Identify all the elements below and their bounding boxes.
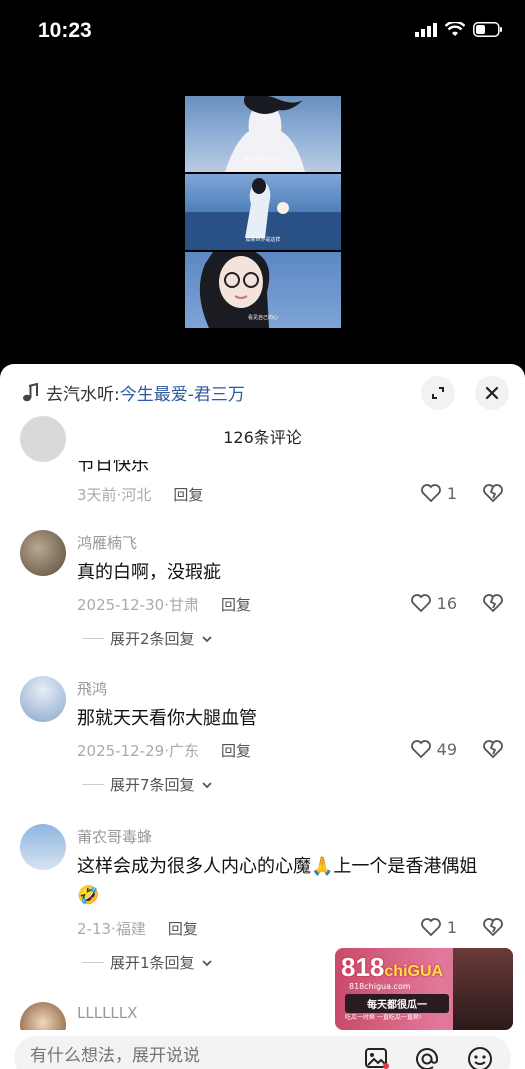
ad-banner[interactable]: 818chiGUA 818chigua.com 每天都很瓜一 吃瓜一时爽 一直吃… bbox=[335, 948, 513, 1030]
expand-button[interactable] bbox=[421, 376, 455, 410]
wifi-icon bbox=[445, 22, 465, 36]
video-panel: 如果世界是这样 bbox=[185, 174, 341, 250]
like-count: 49 bbox=[436, 739, 457, 759]
comment-text: 节日快乐 bbox=[77, 454, 149, 475]
reply-button[interactable]: 回复 bbox=[221, 740, 251, 761]
comment-input-bar bbox=[0, 1030, 525, 1069]
dislike-button[interactable] bbox=[482, 483, 504, 507]
heart-icon bbox=[420, 484, 441, 503]
comment-location: 甘肃 bbox=[168, 596, 199, 614]
avatar[interactable] bbox=[20, 676, 66, 722]
expand-replies[interactable]: 展开1条回复 bbox=[82, 952, 213, 973]
comment-username[interactable]: 鸿雁楠飞 bbox=[77, 532, 137, 553]
like-button[interactable]: 16 bbox=[410, 593, 457, 613]
divider bbox=[82, 638, 104, 639]
image-icon[interactable] bbox=[364, 1046, 390, 1069]
chevron-down-icon bbox=[201, 635, 212, 642]
avatar[interactable] bbox=[20, 824, 66, 870]
close-button[interactable] bbox=[475, 376, 509, 410]
comment-meta: 3天前·河北 回复 bbox=[77, 484, 204, 505]
ad-brand: 818chiGUA bbox=[341, 952, 444, 982]
status-bar: 10:23 bbox=[0, 0, 525, 64]
video-panel: 这个世界有什么? bbox=[185, 96, 341, 172]
like-count: 16 bbox=[436, 593, 457, 613]
chevron-down-icon bbox=[201, 781, 212, 788]
video-player[interactable]: 这个世界有什么? 如果世界是这样 看见自己的心 bbox=[0, 64, 525, 364]
avatar[interactable] bbox=[20, 530, 66, 576]
like-count: 1 bbox=[446, 483, 457, 503]
avatar[interactable] bbox=[20, 416, 66, 462]
comment-username[interactable]: LLLLLLX bbox=[77, 1004, 137, 1022]
like-button[interactable]: 1 bbox=[420, 917, 457, 937]
comment-text: 真的白啊，没瑕疵 bbox=[77, 562, 221, 583]
broken-heart-icon bbox=[483, 484, 503, 503]
comment-location: 广东 bbox=[168, 742, 199, 760]
like-count: 1 bbox=[446, 917, 457, 937]
expand-icon bbox=[432, 387, 444, 399]
signal-icon bbox=[415, 22, 437, 37]
reply-button[interactable]: 回复 bbox=[168, 918, 198, 939]
comment-input[interactable] bbox=[30, 1046, 330, 1066]
music-prefix: 去汽水听: bbox=[46, 385, 120, 405]
heart-icon bbox=[410, 594, 431, 613]
expand-replies[interactable]: 展开7条回复 bbox=[82, 774, 213, 795]
heart-icon bbox=[410, 740, 431, 759]
status-time: 10:23 bbox=[38, 19, 92, 42]
music-note-icon bbox=[23, 382, 38, 401]
comment-text: 这样会成为很多人内心的心魔🙏上一个是香港偶姐 bbox=[77, 856, 478, 877]
ad-subtitle: 吃瓜一时爽 一直吃瓜一直爽! bbox=[345, 1014, 422, 1021]
ad-image bbox=[453, 948, 513, 1030]
like-button[interactable]: 1 bbox=[420, 483, 457, 503]
heart-icon bbox=[420, 918, 441, 937]
comment-meta: 2-13·福建 回复 bbox=[77, 918, 198, 939]
comment-location: 福建 bbox=[115, 920, 146, 938]
expand-replies-label: 展开1条回复 bbox=[110, 954, 195, 972]
divider bbox=[82, 962, 104, 963]
like-button[interactable]: 49 bbox=[410, 739, 457, 759]
expand-replies-label: 展开7条回复 bbox=[110, 776, 195, 794]
broken-heart-icon bbox=[483, 594, 503, 613]
comment-username[interactable]: 飛鸿 bbox=[77, 678, 107, 699]
dislike-button[interactable] bbox=[482, 739, 504, 763]
video-caption: 这个世界有什么? bbox=[244, 157, 282, 163]
close-icon bbox=[485, 386, 499, 400]
emoji-icon[interactable] bbox=[466, 1045, 494, 1069]
battery-icon bbox=[473, 22, 502, 37]
broken-heart-icon bbox=[483, 740, 503, 759]
comment-date: 2-13 bbox=[77, 920, 112, 938]
comment-text: 那就天天看你大腿血管 bbox=[77, 708, 257, 729]
divider bbox=[82, 784, 104, 785]
reply-button[interactable]: 回复 bbox=[221, 594, 251, 615]
comment-meta: 2025-12-29·广东 回复 bbox=[77, 740, 251, 761]
expand-replies-label: 展开2条回复 bbox=[110, 630, 195, 648]
expand-replies[interactable]: 展开2条回复 bbox=[82, 628, 213, 649]
broken-heart-icon bbox=[483, 918, 503, 937]
music-link[interactable]: 去汽水听: 今生最爱-君三万 bbox=[22, 380, 245, 405]
comment-date: 2025-12-29 bbox=[77, 742, 165, 760]
comment-input-box[interactable] bbox=[14, 1036, 511, 1069]
mention-icon[interactable] bbox=[414, 1046, 440, 1069]
video-caption: 如果世界是这样 bbox=[245, 237, 281, 243]
chevron-down-icon bbox=[201, 959, 212, 966]
comment-username[interactable]: 莆农哥毒蜂 bbox=[77, 826, 152, 847]
comment-location: 河北 bbox=[121, 486, 152, 504]
ad-url: 818chigua.com bbox=[349, 982, 411, 991]
comment-meta: 2025-12-30·甘肃 回复 bbox=[77, 594, 251, 615]
ad-slogan: 每天都很瓜一 bbox=[345, 994, 449, 1013]
dislike-button[interactable] bbox=[482, 917, 504, 941]
video-thumbnail: 这个世界有什么? 如果世界是这样 看见自己的心 bbox=[185, 96, 341, 328]
video-caption: 看见自己的心 bbox=[247, 315, 278, 321]
comment-text-emoji: 🤣 bbox=[77, 885, 100, 906]
comment-date: 2025-12-30 bbox=[77, 596, 165, 614]
video-panel: 看见自己的心 bbox=[185, 249, 341, 328]
comments-count: 126条评论 bbox=[223, 428, 302, 447]
dislike-button[interactable] bbox=[482, 593, 504, 617]
reply-button[interactable]: 回复 bbox=[173, 484, 203, 505]
status-icons bbox=[415, 22, 503, 37]
music-title[interactable]: 今生最爱-君三万 bbox=[120, 380, 245, 405]
comment-date: 3天前 bbox=[77, 486, 117, 504]
